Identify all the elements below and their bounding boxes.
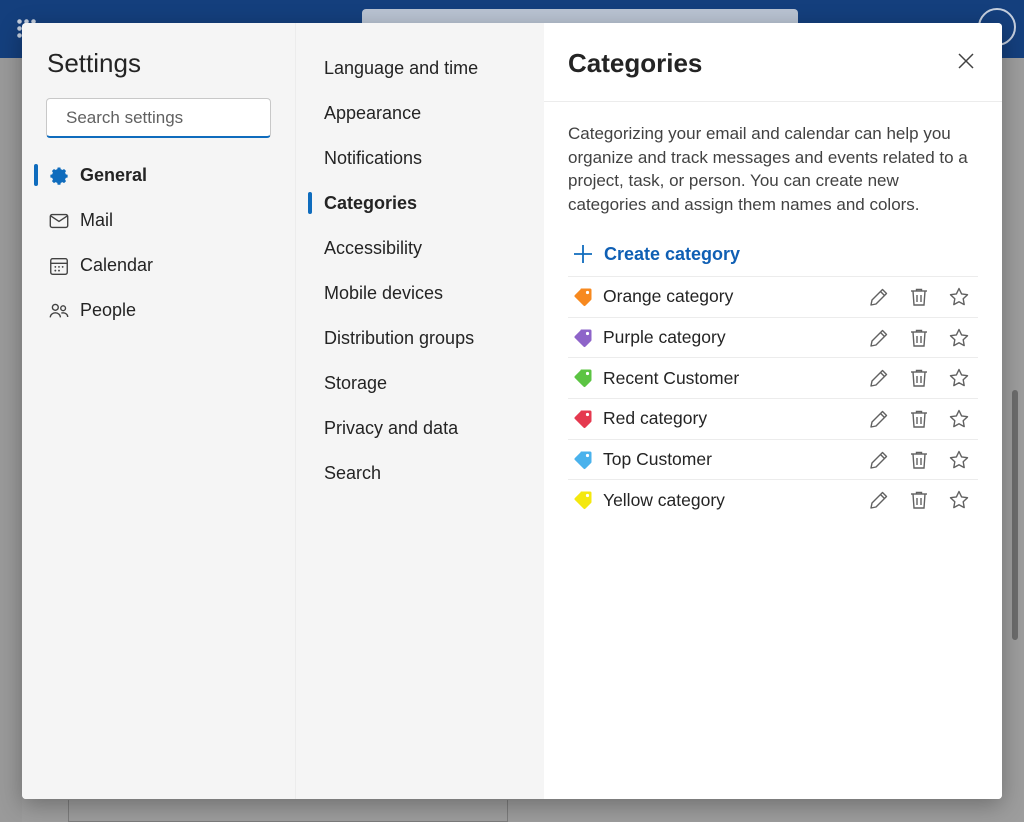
nav-item-mobile-devices[interactable]: Mobile devices [308,271,538,316]
nav-item-language-and-time[interactable]: Language and time [308,46,538,91]
delete-icon[interactable] [908,327,930,349]
category-actions [868,408,970,430]
delete-icon[interactable] [908,286,930,308]
favorite-star-icon[interactable] [948,286,970,308]
settings-primary-nav-panel: Settings General Mail [22,23,295,799]
category-row: Yellow category [568,479,978,520]
pane-header: Categories [544,23,1002,102]
app-scrollbar [1012,390,1018,640]
favorite-star-icon[interactable] [948,367,970,389]
category-tag-icon [574,491,592,510]
nav-item-label: Storage [324,373,388,393]
nav-item-label: Notifications [324,148,423,168]
pane-title: Categories [568,48,703,78]
category-actions [868,327,970,349]
search-settings-box[interactable] [46,98,287,138]
delete-icon[interactable] [908,449,930,471]
edit-icon[interactable] [868,408,890,430]
nav-item-storage[interactable]: Storage [308,361,538,406]
nav-item-search[interactable]: Search [308,451,538,496]
nav-item-label: Appearance [324,103,422,123]
category-actions [868,449,970,471]
nav-item-label: Privacy and data [324,418,459,438]
favorite-star-icon[interactable] [948,449,970,471]
edit-icon[interactable] [868,449,890,471]
settings-dialog: Settings General Mail [22,23,1002,799]
nav-item-notifications[interactable]: Notifications [308,136,538,181]
secondary-nav-list: Language and time Appearance Notificatio… [308,46,538,496]
category-tag-icon [574,369,592,388]
categories-pane: Categories Categorizing your email and c… [544,23,1002,799]
create-category-button[interactable]: Create category [568,238,978,270]
nav-item-accessibility[interactable]: Accessibility [308,226,538,271]
settings-secondary-nav-panel: Language and time Appearance Notificatio… [295,23,544,799]
category-tag-icon [574,288,592,306]
edit-icon[interactable] [868,367,890,389]
nav-item-appearance[interactable]: Appearance [308,91,538,136]
category-row: Top Customer [568,438,978,480]
category-list: Orange category Purple category Recent C… [568,276,978,520]
category-row: Recent Customer [568,357,978,398]
nav-item-label: Mail [80,210,114,230]
people-icon [48,300,70,322]
nav-item-general[interactable]: General [34,153,284,198]
category-actions [868,367,970,389]
edit-icon[interactable] [868,327,890,349]
primary-nav-list: General Mail Calendar People [34,153,284,333]
category-row: Red category [568,398,978,439]
nav-item-label: Language and time [324,58,479,78]
nav-item-privacy-and-data[interactable]: Privacy and data [308,406,538,451]
app-list-pane [68,800,508,822]
delete-icon[interactable] [908,367,930,389]
nav-item-label: Search [324,463,382,483]
app-left-rail [0,58,22,822]
category-actions [868,286,970,308]
category-name: Recent Customer [603,367,740,388]
category-name: Orange category [603,286,734,307]
category-tag-icon [574,451,592,469]
edit-icon[interactable] [868,489,890,511]
nav-item-people[interactable]: People [34,288,284,333]
edit-icon[interactable] [868,286,890,308]
favorite-star-icon[interactable] [948,327,970,349]
favorite-star-icon[interactable] [948,408,970,430]
nav-item-label: People [80,300,137,320]
nav-item-label: General [80,165,148,185]
calendar-icon [48,255,70,277]
category-name: Top Customer [603,449,712,470]
mail-icon [48,210,70,232]
search-input[interactable] [66,107,287,128]
nav-item-categories[interactable]: Categories [308,181,538,226]
close-icon[interactable] [956,51,976,71]
delete-icon[interactable] [908,408,930,430]
nav-item-label: Calendar [80,255,154,275]
nav-item-label: Categories [324,193,418,213]
categories-description: Categorizing your email and calendar can… [568,124,968,214]
nav-item-calendar[interactable]: Calendar [34,243,284,288]
gear-icon [48,165,70,187]
category-actions [868,489,970,511]
nav-item-distribution-groups[interactable]: Distribution groups [308,316,538,361]
plus-icon [574,245,592,263]
nav-item-mail[interactable]: Mail [34,198,284,243]
category-row: Purple category [568,316,978,358]
category-row: Orange category [568,276,978,317]
settings-title: Settings [47,48,141,78]
create-category-label: Create category [604,243,741,264]
category-name: Purple category [603,327,726,348]
category-name: Yellow category [603,489,725,510]
category-tag-icon [574,410,592,428]
favorite-star-icon[interactable] [948,489,970,511]
category-tag-icon [574,329,592,347]
nav-item-label: Mobile devices [324,283,444,303]
delete-icon[interactable] [908,489,930,511]
nav-item-label: Distribution groups [324,328,475,348]
pane-body: Categorizing your email and calendar can… [544,102,1002,520]
category-name: Red category [603,408,708,429]
nav-item-label: Accessibility [324,238,423,258]
